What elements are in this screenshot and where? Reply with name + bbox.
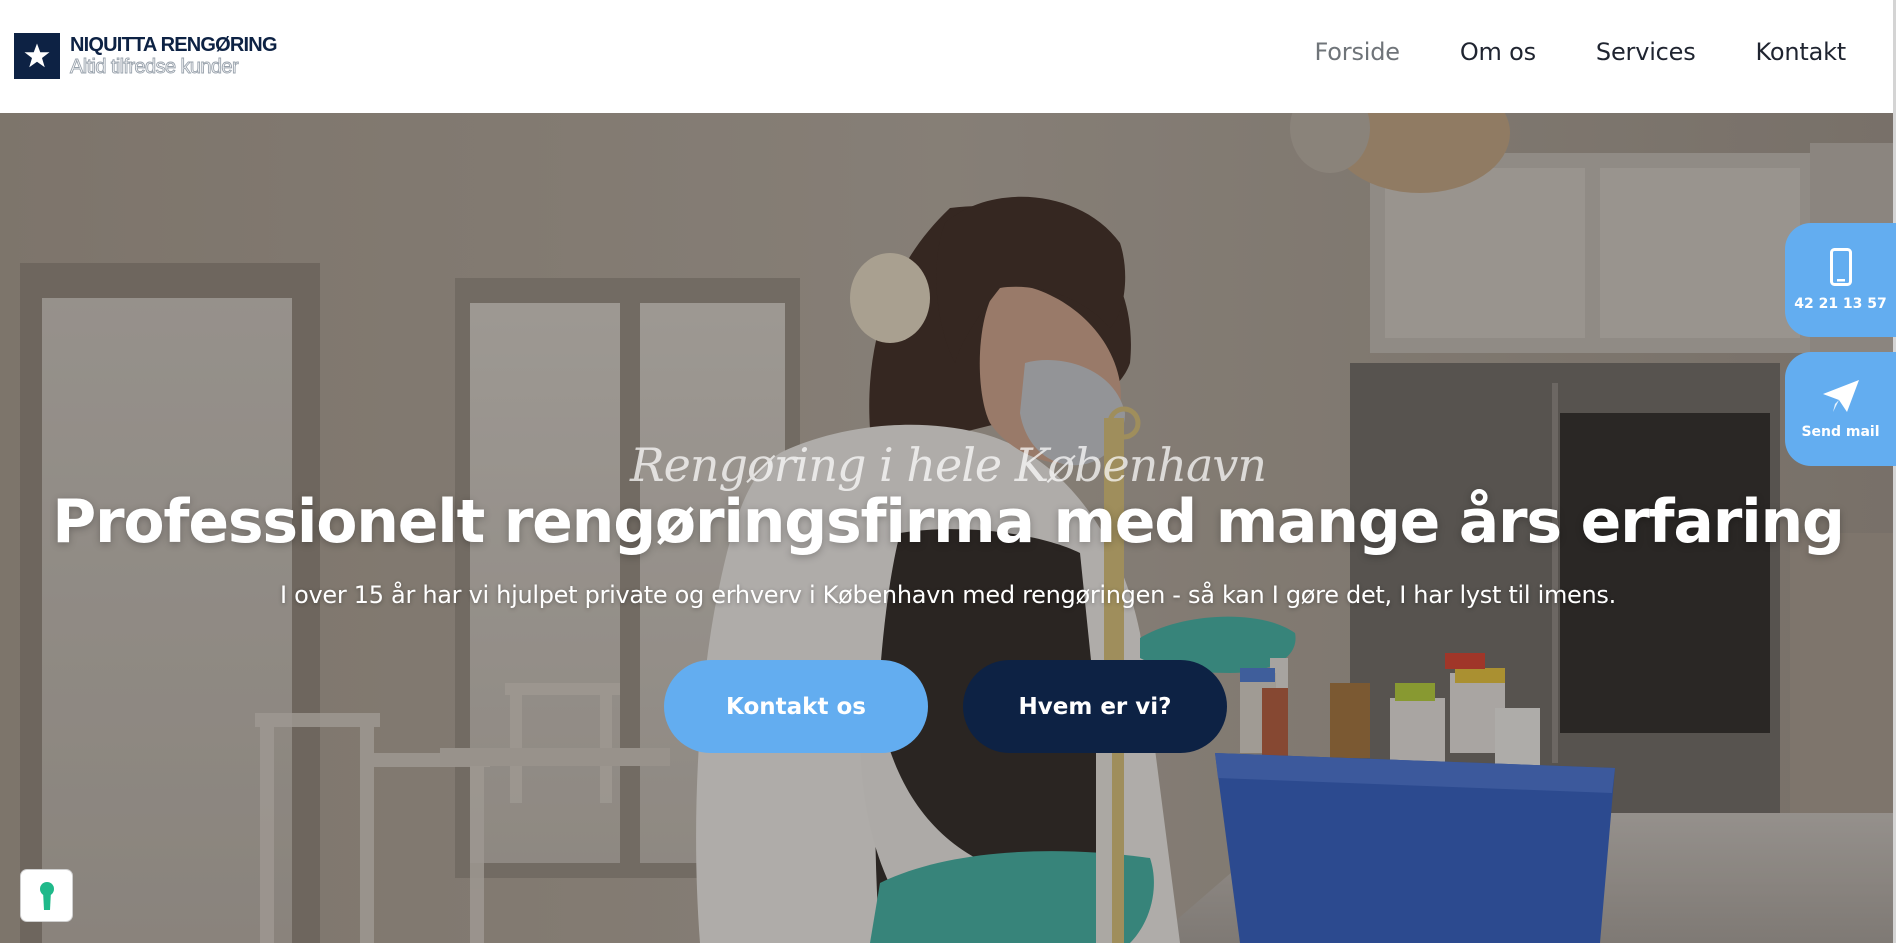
star-icon bbox=[14, 33, 60, 79]
phone-icon bbox=[1829, 248, 1852, 286]
call-phone-button[interactable]: 42 21 13 57 bbox=[1785, 223, 1896, 337]
hero-title: Professionelt rengøringsfirma med mange … bbox=[52, 487, 1845, 557]
contact-us-button[interactable]: Kontakt os bbox=[664, 660, 928, 753]
nav-item-services[interactable]: Services bbox=[1596, 38, 1696, 66]
nav-item-kontakt[interactable]: Kontakt bbox=[1756, 38, 1847, 66]
keyhole-icon bbox=[39, 881, 54, 910]
logo[interactable]: NIQUITTA RENGØRING Altid tilfredse kunde… bbox=[14, 33, 278, 79]
send-mail-button[interactable]: Send mail bbox=[1785, 352, 1896, 466]
nav-item-om-os[interactable]: Om os bbox=[1460, 38, 1536, 66]
brand-name: NIQUITTA RENGØRING bbox=[70, 34, 278, 56]
phone-number: 42 21 13 57 bbox=[1794, 296, 1887, 312]
hero-section: Rengøring i hele København Professionelt… bbox=[0, 113, 1896, 943]
brand-tagline: Altid tilfredse kunder bbox=[70, 56, 240, 78]
site-header: NIQUITTA RENGØRING Altid tilfredse kunde… bbox=[0, 0, 1896, 113]
main-nav: Forside Om os Services Kontakt bbox=[1315, 38, 1847, 66]
paper-plane-icon bbox=[1822, 380, 1859, 412]
hero-script-heading: Rengøring i hele København bbox=[630, 438, 1267, 492]
hero-subtitle: I over 15 år har vi hjulpet private og e… bbox=[280, 581, 1616, 609]
nav-item-forside[interactable]: Forside bbox=[1315, 38, 1400, 66]
who-are-we-button[interactable]: Hvem er vi? bbox=[963, 660, 1227, 753]
send-mail-label: Send mail bbox=[1801, 424, 1880, 440]
cookie-settings-button[interactable] bbox=[20, 869, 73, 922]
